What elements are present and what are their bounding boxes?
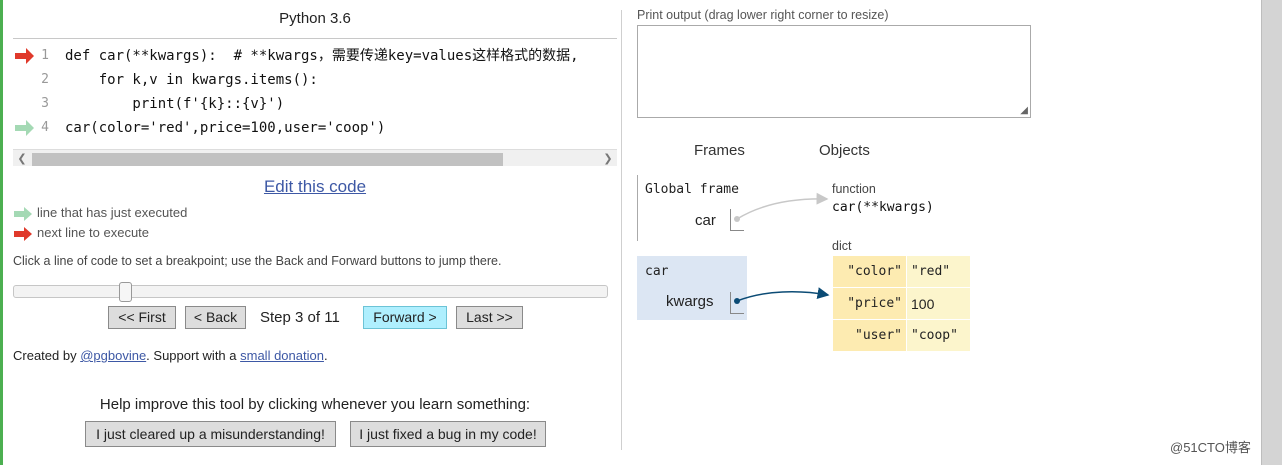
dict-entry: "price" 100 [833,288,970,320]
next-line-arrow-icon [15,48,34,64]
line-number: 3 [41,96,49,111]
last-button[interactable]: Last >> [456,306,523,329]
dict-value: "red" [907,256,970,288]
dict-type-label: dict [832,239,852,253]
slider-handle[interactable] [119,282,132,302]
car-frame-title: car [645,264,669,279]
print-output-label: Print output (drag lower right corner to… [637,8,889,22]
global-frame: Global frame car [637,175,747,241]
line-number: 4 [41,120,49,135]
code-line-1[interactable]: 1 def car(**kwargs): # **kwargs，需要传递key=… [13,44,617,68]
scrollbar-thumb[interactable] [32,153,503,166]
language-title: Python 3.6 [279,10,351,27]
car-var-kwargs-value [730,292,744,314]
dict-value: "coop" [907,320,970,352]
dict-key: "color" [833,256,907,288]
breakpoint-hint: Click a line of code to set a breakpoint… [13,254,502,268]
back-button[interactable]: < Back [185,306,246,329]
code-viewer[interactable]: 1 def car(**kwargs): # **kwargs，需要传递key=… [13,38,617,166]
code-text: def car(**kwargs): # **kwargs，需要传递key=va… [65,48,579,64]
function-object: car(**kwargs) [832,200,934,215]
global-var-car: car [695,212,716,229]
dict-entry: "user" "coop" [833,320,970,352]
watermark: @51CTO博客 [1170,440,1251,455]
author-link[interactable]: @pgbovine [80,348,146,363]
donation-link[interactable]: small donation [240,348,324,363]
global-var-car-value [730,209,744,231]
car-var-kwargs: kwargs [666,293,714,310]
next-arrow-icon [14,227,32,241]
executed-arrow-icon [14,207,32,221]
dict-entry: "color" "red" [833,256,970,288]
objects-header: Objects [819,142,870,159]
scroll-left-icon[interactable]: ❮ [14,151,30,166]
code-line-3[interactable]: 3 print(f'{k}::{v}') [13,92,617,116]
fixed-bug-button[interactable]: I just fixed a bug in my code! [350,421,546,447]
code-text: car(color='red',price=100,user='coop') [65,120,386,136]
dict-value: 100 [907,288,970,320]
dict-object: "color" "red" "price" 100 "user" "coop" [833,256,970,352]
credits: Created by @pgbovine. Support with a sma… [13,348,328,363]
first-button[interactable]: << First [108,306,176,329]
line-number: 1 [41,48,49,63]
left-border [0,0,3,465]
resize-grip-icon[interactable]: ◢ [1020,106,1028,116]
function-type-label: function [832,182,876,196]
code-text: for k,v in kwargs.items(): [65,72,318,88]
legend-next-label: next line to execute [37,225,150,240]
misunderstanding-button[interactable]: I just cleared up a misunderstanding! [85,421,336,447]
dict-key: "user" [833,320,907,352]
code-horizontal-scrollbar[interactable]: ❮ ❯ [13,149,617,166]
code-text: print(f'{k}::{v}') [65,96,285,112]
help-text: Help improve this tool by clicking whene… [99,396,531,413]
code-line-2[interactable]: 2 for k,v in kwargs.items(): [13,68,617,92]
scroll-right-icon[interactable]: ❯ [600,151,616,166]
executed-line-arrow-icon [15,120,34,136]
global-frame-title: Global frame [645,182,739,197]
dict-key: "price" [833,288,907,320]
credits-prefix: Created by [13,348,81,363]
line-number: 2 [41,72,49,87]
panel-divider [621,10,622,450]
credits-suffix: . [323,348,328,363]
code-line-4[interactable]: 4 car(color='red',price=100,user='coop') [13,116,617,140]
step-slider[interactable] [13,282,608,302]
forward-button[interactable]: Forward > [363,306,447,329]
frames-header: Frames [694,142,745,159]
legend-executed-label: line that has just executed [37,205,188,220]
edit-code-link[interactable]: Edit this code [13,177,617,197]
print-output-box[interactable]: ◢ [637,25,1031,118]
car-to-function-pointer [734,192,829,222]
kwargs-to-dict-pointer [734,287,830,304]
page-scrollbar[interactable] [1261,0,1282,465]
step-counter: Step 3 of 11 [260,309,340,326]
car-frame: car kwargs [637,256,747,320]
credits-middle: . Support with a [146,348,241,363]
